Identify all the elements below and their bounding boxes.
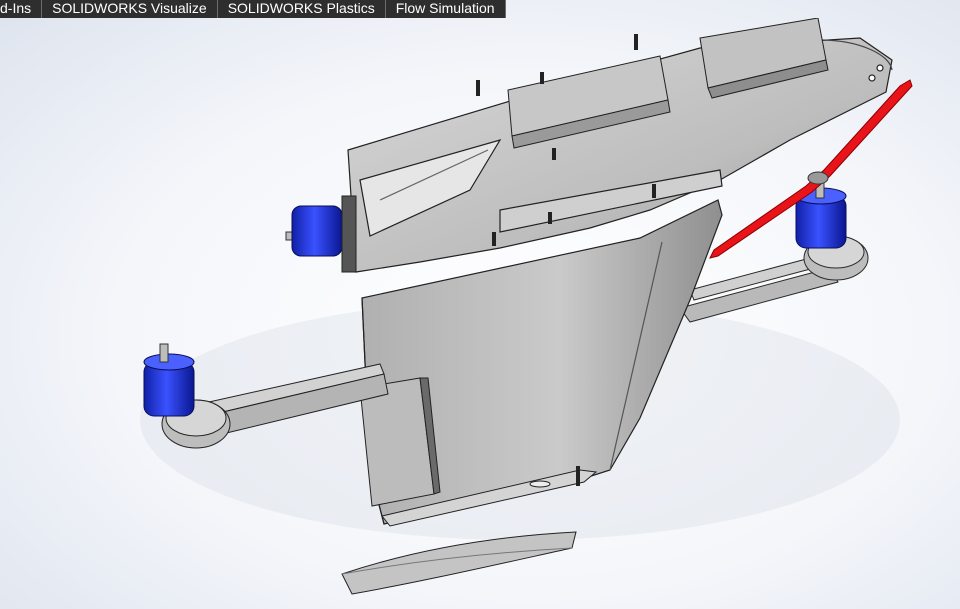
- left-motor: [143, 343, 195, 417]
- tab-solidworks-visualize[interactable]: SOLIDWORKS Visualize: [42, 0, 218, 18]
- graphics-viewport[interactable]: [0, 18, 960, 609]
- tab-add-ins[interactable]: d-Ins: [0, 0, 43, 18]
- command-manager-tabs: d-Ins SOLIDWORKS Visualize SOLIDWORKS Pl…: [0, 0, 506, 18]
- tab-flow-simulation[interactable]: Flow Simulation: [386, 0, 506, 18]
- tab-solidworks-plastics[interactable]: SOLIDWORKS Plastics: [218, 0, 386, 18]
- detached-fairing: [341, 531, 577, 595]
- rear-motor: [285, 195, 357, 273]
- drone-3d-model[interactable]: [0, 18, 960, 609]
